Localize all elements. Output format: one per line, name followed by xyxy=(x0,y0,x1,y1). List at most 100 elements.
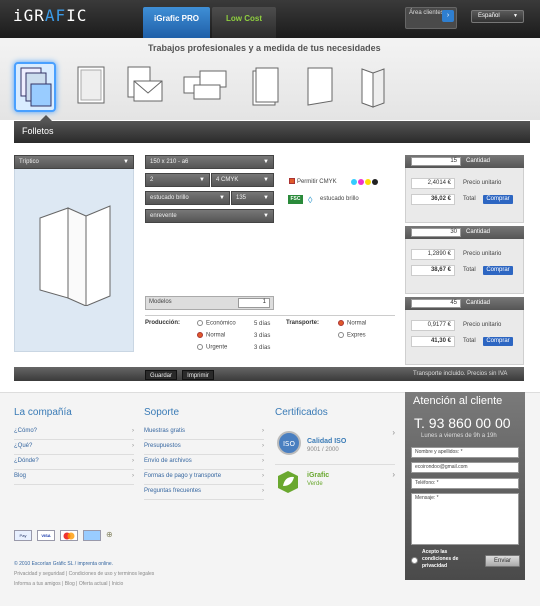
product-flyers[interactable] xyxy=(305,65,341,109)
product-dipticos[interactable] xyxy=(358,65,394,109)
product-posters[interactable] xyxy=(76,65,112,109)
logo[interactable]: iGRAFIC xyxy=(13,6,87,25)
buy-button[interactable]: Comprar xyxy=(483,337,513,346)
footer-link[interactable]: Preguntas frecuentes › xyxy=(144,485,264,500)
finish-select[interactable]: enrevente ▼ xyxy=(145,209,274,223)
phone-field[interactable]: Teléfono: * xyxy=(411,478,519,489)
support-heading: Soporte xyxy=(144,407,180,418)
legal-link[interactable]: Privacidad y seguridad xyxy=(14,571,65,577)
footer-link-label: Envío de archivos xyxy=(144,458,192,464)
legal-link[interactable]: Condiciones de uso y terminos legales xyxy=(69,571,155,577)
production-option[interactable]: Urgente xyxy=(197,344,227,351)
save-button[interactable]: Guardar xyxy=(145,370,177,380)
chevron-right-icon: › xyxy=(132,473,134,479)
bottom-link[interactable]: Oferta actual xyxy=(79,581,108,587)
colors-back-select[interactable]: 4 CMYK ▼ xyxy=(211,173,274,187)
chevron-down-icon: ▼ xyxy=(263,195,269,201)
email-field[interactable]: ecoirondoo@gmail.com xyxy=(411,462,519,473)
footer-link[interactable]: Muestras gratis › xyxy=(144,425,264,440)
chevron-down-icon: ▼ xyxy=(263,213,269,219)
product-folletos[interactable] xyxy=(14,62,56,112)
unit-price-label: Precio unitario xyxy=(463,251,502,257)
footer-link[interactable]: ¿Cómo? › xyxy=(14,425,134,440)
size-select[interactable]: 150 x 210 - a6 ▼ xyxy=(145,155,274,169)
chevron-down-icon: ▼ xyxy=(123,159,129,165)
chevron-right-icon: › xyxy=(132,428,134,434)
cmyk-checkbox[interactable]: Permitir CMYK xyxy=(289,178,337,185)
bottom-link[interactable]: Blog xyxy=(65,581,75,587)
total-price: 36,02 € xyxy=(411,194,455,205)
bottom-links: Informa a tus amigos | Blog | Oferta act… xyxy=(14,581,124,587)
weight-value: 135 xyxy=(236,195,247,201)
colors-front-select[interactable]: 2 ▼ xyxy=(145,173,210,187)
product-cards[interactable] xyxy=(182,65,227,109)
models-input[interactable]: 1 xyxy=(238,298,270,308)
footer-link[interactable]: ¿Dónde? › xyxy=(14,455,134,470)
bottom-link[interactable]: Inicio xyxy=(112,581,124,587)
chevron-right-icon: › xyxy=(392,470,395,479)
unit-price-label: Precio unitario xyxy=(463,180,502,186)
unit-price: 0,9177 € xyxy=(411,320,455,331)
quantity-input[interactable]: 30 xyxy=(411,228,461,237)
iso-cert[interactable]: ISO Calidad ISO 9001 / 2000 › xyxy=(275,425,395,465)
print-button[interactable]: Imprimir xyxy=(182,370,214,380)
buy-button[interactable]: Comprar xyxy=(483,266,513,275)
footer-link[interactable]: Envío de archivos › xyxy=(144,455,264,470)
iso-title: Calidad ISO xyxy=(307,438,347,445)
paypal-icon: Pay xyxy=(14,530,32,541)
client-area-button[interactable]: › xyxy=(442,10,454,22)
tab-low-cost[interactable]: Low Cost xyxy=(212,7,276,38)
type-value: Tríptico xyxy=(19,159,39,165)
catalog-icon xyxy=(252,67,279,106)
tab-igrafic-pro[interactable]: iGrafic PRO xyxy=(143,7,210,38)
buy-button[interactable]: Comprar xyxy=(483,195,513,204)
leaf-badge-icon xyxy=(278,471,298,493)
bottom-link[interactable]: Informa a tus amigos xyxy=(14,581,61,587)
radio-icon xyxy=(197,320,203,326)
paper-select[interactable]: estucado brillo ▼ xyxy=(145,191,230,205)
production-option[interactable]: Normal xyxy=(197,332,225,339)
chevron-right-icon: › xyxy=(392,428,395,437)
chevron-right-icon: › xyxy=(262,458,264,464)
contact-title: Atención al cliente xyxy=(413,395,503,407)
type-select[interactable]: Tríptico ▼ xyxy=(14,155,134,169)
folleto-icon xyxy=(20,67,52,107)
total-label: Total xyxy=(463,267,476,273)
product-letters[interactable] xyxy=(126,65,163,109)
name-field[interactable]: Nombre y apellidos: * xyxy=(411,447,519,458)
footer-link-label: Preguntas frecuentes xyxy=(144,488,202,494)
footer-link-label: ¿Cómo? xyxy=(14,428,38,434)
green-cert[interactable]: iGrafic Verde › xyxy=(275,468,395,496)
footer-link-label: ¿Dónde? xyxy=(14,458,39,464)
contact-hours: Lunes a viernes de 9h a 19h xyxy=(421,433,497,439)
footer-link[interactable]: Blog › xyxy=(14,470,134,485)
checkbox-icon xyxy=(289,178,295,185)
chevron-down-icon: ▼ xyxy=(513,13,518,19)
flyer-icon xyxy=(307,67,333,106)
production-option-label: Urgente xyxy=(206,344,228,351)
footer-link[interactable]: Presupuestos › xyxy=(144,440,264,455)
product-catalogs[interactable] xyxy=(250,65,286,109)
colors-front-value: 2 xyxy=(150,177,154,183)
chevron-right-icon: › xyxy=(262,443,264,449)
transport-option[interactable]: Expres xyxy=(338,332,366,339)
message-field[interactable]: Mensaje: * xyxy=(411,493,519,545)
production-option[interactable]: Económico xyxy=(197,320,236,327)
price-note: Transporte incluido. Precios sin IVA xyxy=(413,371,508,377)
chevron-down-icon: ▼ xyxy=(263,177,269,183)
footer-link[interactable]: Formas de pago y transporte › xyxy=(144,470,264,485)
unit-price: 1,2890 € xyxy=(411,249,455,260)
production-days: 5 días xyxy=(254,321,271,327)
transport-option-label: Expres xyxy=(347,332,366,339)
send-button[interactable]: Enviar xyxy=(485,555,520,567)
quantity-input[interactable]: 45 xyxy=(411,299,461,308)
green-title: iGrafic xyxy=(307,472,330,479)
certificates-heading: Certificados xyxy=(275,407,328,418)
radio-selected-icon xyxy=(338,320,344,326)
transport-option[interactable]: Normal xyxy=(338,320,366,327)
footer-link[interactable]: ¿Qué? › xyxy=(14,440,134,455)
quantity-input[interactable]: 15 xyxy=(411,157,461,166)
footer-link-label: Muestras gratis xyxy=(144,428,186,434)
privacy-radio[interactable] xyxy=(411,557,418,564)
weight-select[interactable]: 135 ▼ xyxy=(231,191,274,205)
